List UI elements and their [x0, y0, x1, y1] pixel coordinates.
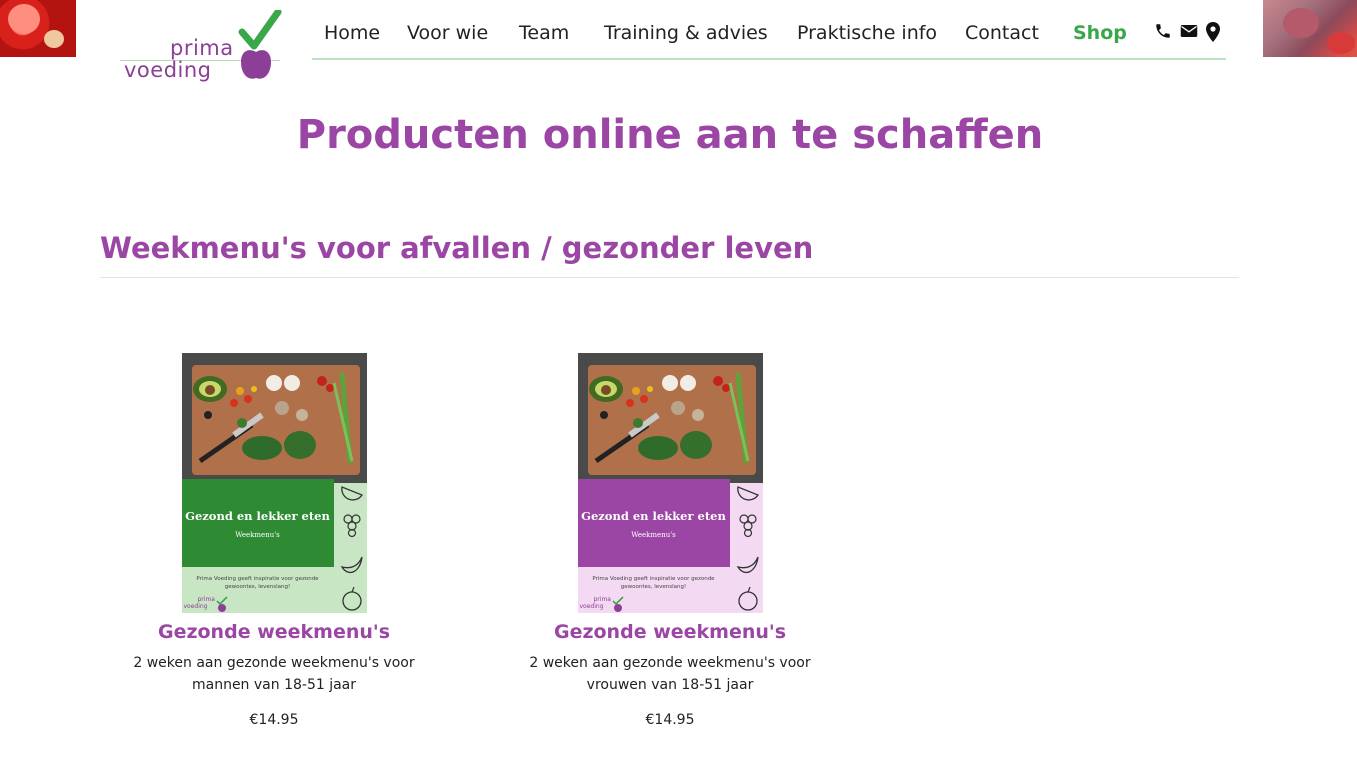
fruit-doodles-icon: [736, 486, 759, 611]
cover-blurb: Prima Voeding geeft inspiratie voor gezo…: [592, 576, 715, 590]
corner-photo-fruit: [1263, 0, 1357, 57]
section-divider: [100, 277, 1239, 278]
product-name[interactable]: Gezonde weekmenu's: [510, 621, 830, 643]
nav-item-shop[interactable]: Shop: [1073, 22, 1127, 44]
product-price: €14.95: [645, 712, 695, 728]
cover-mini-logo-bottom: voeding: [183, 603, 208, 610]
cover-mini-logo-bottom: voeding: [579, 603, 604, 610]
cover-apple-icon: [215, 596, 228, 612]
vegetables-illustration: [588, 372, 749, 464]
apple-checkmark-icon: [238, 10, 282, 79]
cover-mini-logo-top: prima: [197, 596, 215, 603]
cover-mini-logo: prima voeding: [184, 596, 228, 612]
phone-icon[interactable]: [1154, 22, 1172, 40]
nav-item-praktische-info[interactable]: Praktische info: [797, 22, 937, 44]
product-card[interactable]: Gezond en lekker eten Weekmenu's Prima V…: [114, 353, 434, 728]
cover-title: Gezond en lekker eten: [185, 509, 330, 523]
main-nav: Home Voor wie Team Training & advies Pra…: [312, 20, 1226, 60]
fruit-doodles-icon: [340, 486, 363, 611]
cover-mini-logo: prima voeding: [580, 596, 624, 612]
product-description: 2 weken aan gezonde weekmenu's voor vrou…: [529, 655, 811, 693]
product-name[interactable]: Gezonde weekmenu's: [114, 621, 434, 643]
nav-item-voor-wie[interactable]: Voor wie: [407, 22, 488, 44]
corner-photo-strawberries: [0, 0, 76, 57]
cover-mini-logo-top: prima: [593, 596, 611, 603]
cover-title-band: Gezond en lekker eten Weekmenu's: [577, 479, 730, 567]
page-title: Producten online aan te schaffen: [296, 112, 1044, 158]
product-cover-image[interactable]: Gezond en lekker eten Weekmenu's Prima V…: [181, 353, 367, 613]
envelope-icon[interactable]: [1180, 24, 1198, 38]
cover-title-band: Gezond en lekker eten Weekmenu's: [181, 479, 334, 567]
map-marker-icon[interactable]: [1206, 22, 1220, 42]
logo-word-bottom: voeding: [124, 58, 212, 82]
section-title: Weekmenu's voor afvallen / gezonder leve…: [100, 231, 814, 265]
nav-item-training-advies[interactable]: Training & advies: [604, 22, 768, 44]
product-cover-image[interactable]: Gezond en lekker eten Weekmenu's Prima V…: [577, 353, 763, 613]
product-price: €14.95: [249, 712, 299, 728]
cover-photo: [181, 353, 367, 483]
vegetables-illustration: [192, 372, 353, 464]
product-description: 2 weken aan gezonde weekmenu's voor mann…: [133, 655, 415, 693]
cover-photo: [577, 353, 763, 483]
logo-word-top: prima: [170, 36, 234, 60]
nav-contact-icons: [1154, 22, 1224, 44]
nav-item-team[interactable]: Team: [519, 22, 569, 44]
cover-blurb: Prima Voeding geeft inspiratie voor gezo…: [196, 576, 319, 590]
nav-item-contact[interactable]: Contact: [965, 22, 1039, 44]
cover-subtitle: Weekmenu's: [235, 531, 280, 539]
cover-apple-icon: [611, 596, 624, 612]
product-card[interactable]: Gezond en lekker eten Weekmenu's Prima V…: [510, 353, 830, 728]
cover-title: Gezond en lekker eten: [581, 509, 726, 523]
nav-item-home[interactable]: Home: [324, 22, 380, 44]
cover-subtitle: Weekmenu's: [631, 531, 676, 539]
site-logo[interactable]: prima voeding: [118, 10, 286, 88]
